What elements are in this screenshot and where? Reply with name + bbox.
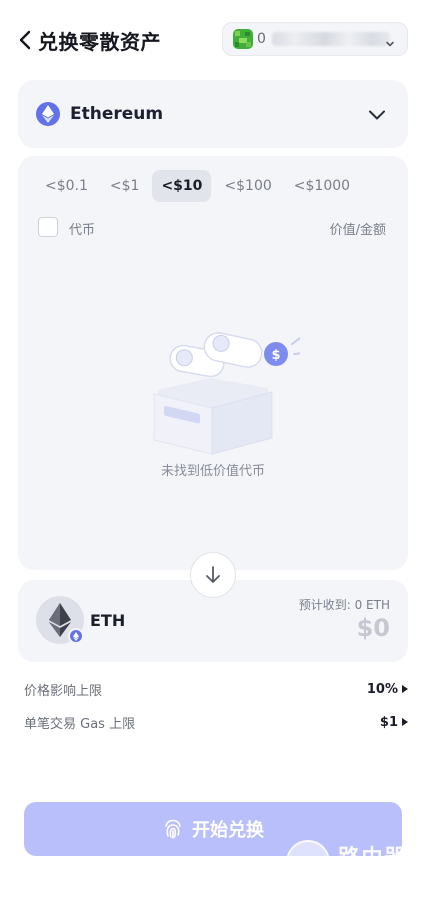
filter-tab-0.1[interactable]: <$0.1 bbox=[36, 170, 97, 202]
caret-right-icon bbox=[402, 718, 408, 726]
fingerprint-icon bbox=[165, 819, 181, 839]
empty-state-text: 未找到低价值代币 bbox=[160, 464, 265, 479]
filter-tab-1000[interactable]: <$1000 bbox=[285, 170, 359, 202]
estimated-receive-amount: $0 bbox=[356, 614, 390, 642]
estimated-receive-label: 预计收到: 0 ETH bbox=[298, 598, 390, 612]
header: 兑换零散资产 0 bbox=[0, 0, 426, 80]
price-impact-value: 10% bbox=[367, 682, 408, 697]
watermark: 路由器 luyouqi.com bbox=[286, 838, 416, 892]
network-selector[interactable]: Ethereum bbox=[18, 80, 408, 148]
select-all-checkbox[interactable] bbox=[38, 217, 58, 237]
back-arrow-icon[interactable] bbox=[14, 28, 36, 52]
price-impact-label: 价格影响上限 bbox=[24, 683, 103, 699]
gas-limit-value: $1 bbox=[380, 715, 408, 730]
swap-direction-arrow bbox=[190, 552, 236, 598]
price-impact-value-text: 10% bbox=[366, 681, 398, 697]
empty-box-illustration: $ bbox=[140, 320, 305, 460]
chevron-down-icon bbox=[368, 106, 386, 120]
filter-tab-100[interactable]: <$100 bbox=[215, 170, 280, 202]
start-swap-label: 开始兑换 bbox=[192, 820, 264, 841]
value-filter-tabs: <$0.1 <$1 <$10 <$100 <$1000 bbox=[36, 170, 363, 202]
receive-token-symbol: ETH bbox=[90, 611, 126, 630]
network-name: Ethereum bbox=[70, 104, 164, 124]
dust-assets-panel: <$0.1 <$1 <$10 <$100 <$1000 代币 价值/金额 $ 未… bbox=[18, 156, 408, 570]
ethereum-chain-badge-icon bbox=[68, 628, 84, 644]
column-header-token: 代币 bbox=[69, 223, 96, 238]
page-title: 兑换零散资产 bbox=[38, 30, 161, 54]
watermark-subtitle: luyouqi.com bbox=[340, 868, 408, 881]
filter-tab-10[interactable]: <$10 bbox=[152, 170, 212, 202]
gas-limit-label: 单笔交易 Gas 上限 bbox=[24, 716, 136, 732]
price-impact-row[interactable]: 价格影响上限 10% bbox=[24, 677, 408, 701]
svg-text:$: $ bbox=[271, 348, 280, 363]
column-header-value: 价值/金额 bbox=[329, 223, 386, 238]
wallet-avatar-icon bbox=[233, 29, 253, 49]
wallet-selector[interactable]: 0 bbox=[222, 22, 408, 56]
watermark-logo-icon bbox=[286, 840, 330, 884]
gas-limit-row[interactable]: 单笔交易 Gas 上限 $1 bbox=[24, 710, 408, 734]
caret-right-icon bbox=[402, 685, 408, 693]
arrow-down-icon bbox=[206, 566, 220, 583]
filter-tab-1[interactable]: <$1 bbox=[101, 170, 149, 202]
wallet-address: 0 bbox=[257, 31, 266, 47]
ethereum-icon bbox=[36, 102, 60, 126]
gas-limit-value-text: $1 bbox=[379, 714, 398, 730]
wallet-address-redacted bbox=[271, 32, 390, 46]
chevron-down-icon bbox=[385, 34, 395, 47]
